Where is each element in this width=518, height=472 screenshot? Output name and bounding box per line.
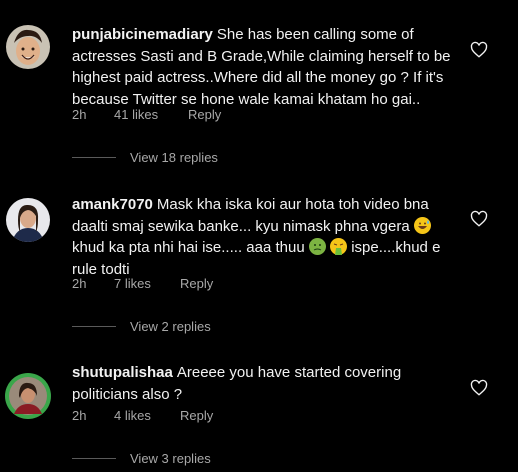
comment-meta: 2h 4 likes Reply [72,408,213,423]
avatar-woman-icon [6,198,50,242]
avatar[interactable] [6,25,50,69]
reply-button[interactable]: Reply [180,276,213,291]
comment-meta: 2h 41 likes Reply [72,107,221,122]
heart-icon[interactable] [470,210,488,228]
heart-icon[interactable] [470,379,488,397]
comment-text: punjabicinemadiary She has been calling s… [72,24,464,110]
view-replies-label[interactable]: View 3 replies [130,451,211,466]
comment-likes[interactable]: 41 likes [114,107,188,122]
comment-likes[interactable]: 7 likes [114,276,180,291]
avatar[interactable] [6,198,50,242]
reply-button[interactable]: Reply [188,107,221,122]
comment-meta: 2h 7 likes Reply [72,276,213,291]
grinning-sweat-emoji-icon [413,216,431,234]
comment-body-continued: khud ka pta nhi hai ise..... aaa thuu [72,239,305,256]
replies-divider [72,326,116,327]
comment-time: 2h [72,107,87,122]
replies-divider [72,458,116,459]
avatar-man-icon [6,25,50,69]
comment: shutupalishaa Areeee you have started cov… [0,337,518,472]
comment-likes[interactable]: 4 likes [114,408,180,423]
replies-divider [72,157,116,158]
comment-text: amank7070 Mask kha iska koi aur hota toh … [72,194,464,280]
view-replies-label[interactable]: View 18 replies [130,150,218,165]
comment: amank7070 Mask kha iska koi aur hota toh … [0,172,518,337]
comment-time: 2h [72,408,87,423]
comment-time: 2h [72,276,87,291]
comment-text: shutupalishaa Areeee you have started cov… [72,362,464,405]
avatar[interactable] [4,372,52,420]
avatar-woman-ring-icon [5,373,51,419]
view-replies-button[interactable]: View 2 replies [72,319,211,334]
reply-button[interactable]: Reply [180,408,213,423]
nauseated-face-emoji-icon [308,238,326,255]
comment: punjabicinemadiary She has been calling s… [0,0,518,172]
comment-username[interactable]: amank7070 [72,196,153,213]
view-replies-button[interactable]: View 3 replies [72,451,211,466]
vomiting-face-emoji-icon [330,238,348,255]
heart-icon[interactable] [470,41,488,59]
comment-username[interactable]: shutupalishaa [72,364,173,381]
view-replies-button[interactable]: View 18 replies [72,150,218,165]
comment-username[interactable]: punjabicinemadiary [72,26,213,43]
view-replies-label[interactable]: View 2 replies [130,319,211,334]
